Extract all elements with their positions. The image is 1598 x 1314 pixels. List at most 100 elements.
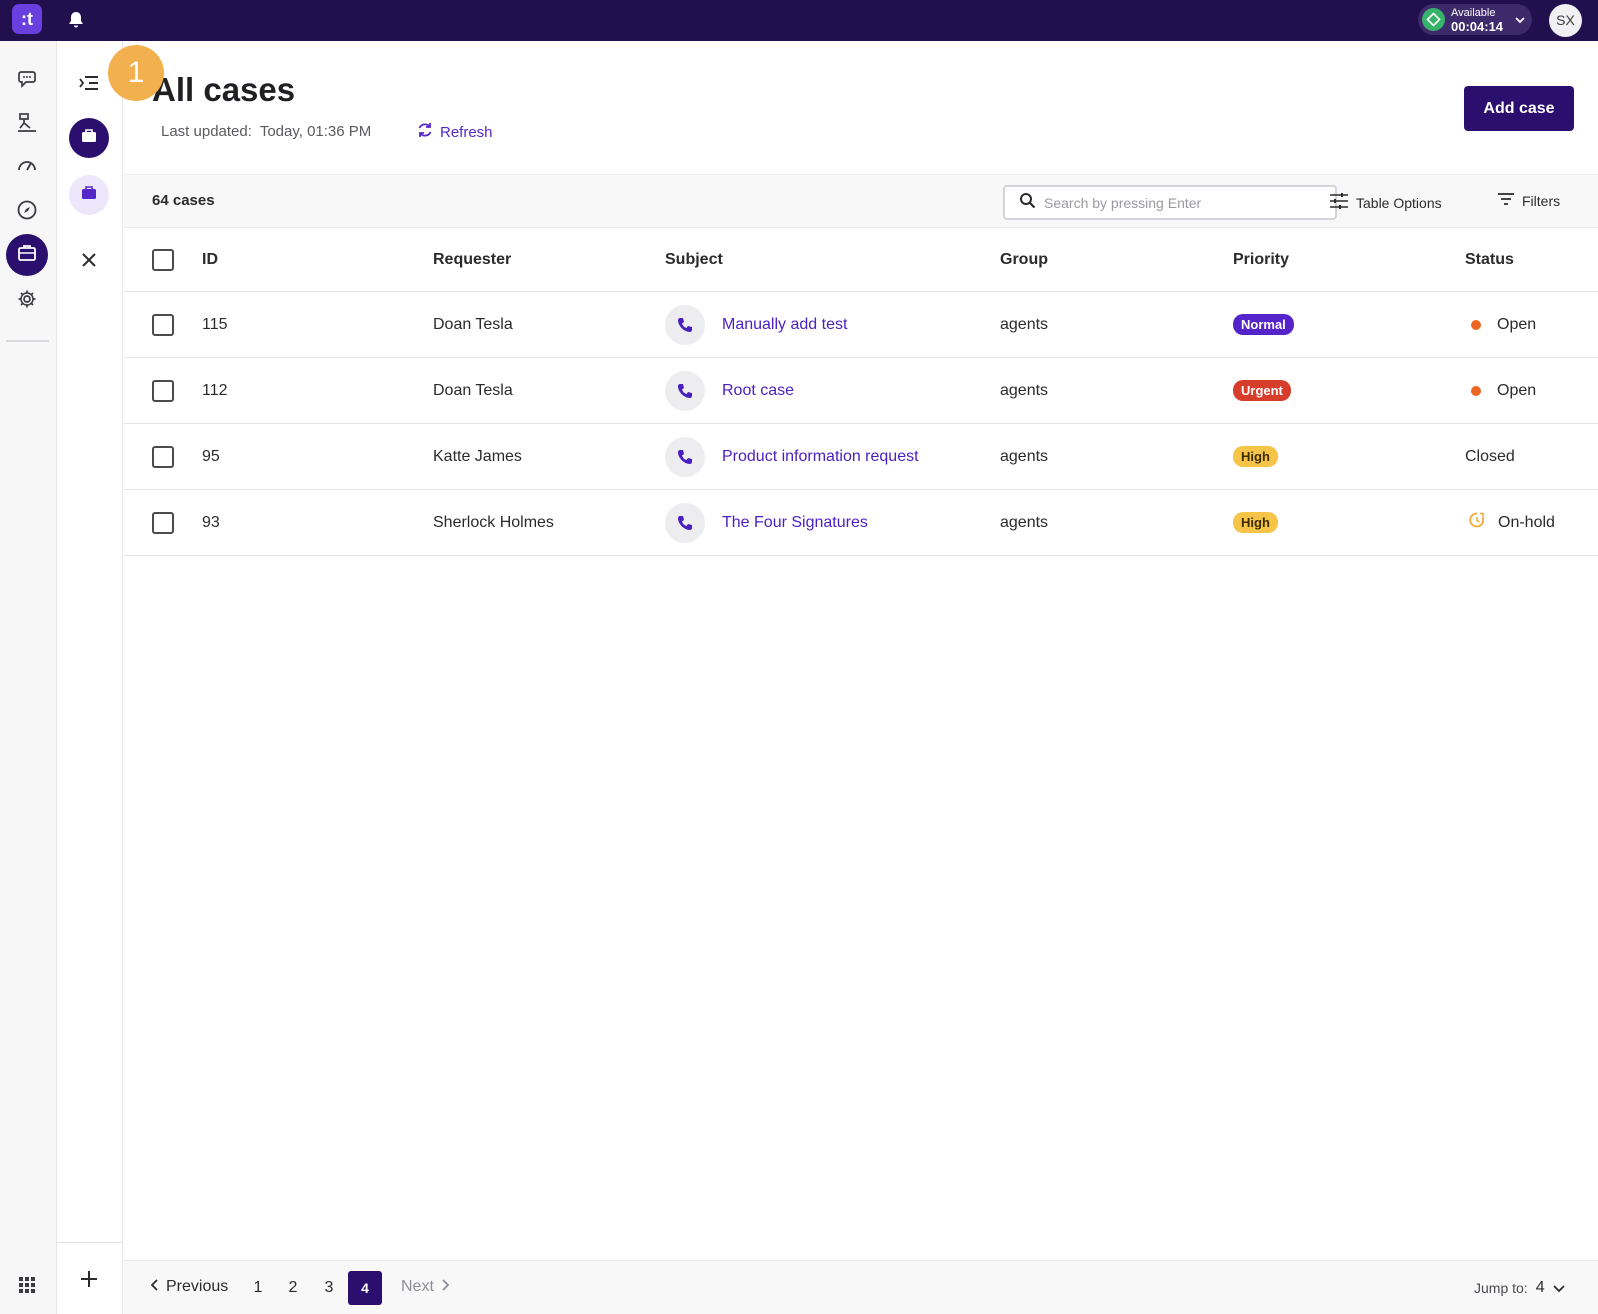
- on-hold-icon: [1468, 511, 1486, 534]
- table-row[interactable]: 115 Doan Tesla Manually add test agents …: [124, 292, 1598, 358]
- close-icon[interactable]: [69, 240, 109, 280]
- row-checkbox[interactable]: [152, 313, 174, 336]
- jump-to-label: Jump to:: [1474, 1280, 1528, 1296]
- priority-badge: Normal: [1233, 314, 1294, 335]
- status-cell: Open: [1465, 358, 1536, 423]
- case-id: 115: [202, 315, 228, 333]
- refresh-icon: [416, 121, 434, 143]
- case-subject-link[interactable]: Root case: [722, 382, 794, 400]
- table-options-button[interactable]: Table Options: [1329, 192, 1442, 213]
- table-toolbar: 64 cases Table Options Filters: [124, 174, 1598, 228]
- briefcase-icon: [16, 242, 38, 269]
- plus-icon[interactable]: [69, 1259, 109, 1299]
- case-count: 64 cases: [152, 192, 215, 209]
- compass-icon[interactable]: [11, 194, 43, 226]
- case-requester: Katte James: [433, 447, 522, 465]
- previous-page-button[interactable]: Previous: [150, 1278, 228, 1296]
- select-all-checkbox[interactable]: [152, 249, 174, 271]
- jump-to-value: 4: [1535, 1279, 1545, 1296]
- case-subject-cell: Product information request: [665, 424, 919, 489]
- priority-cell: High: [1233, 424, 1278, 489]
- pagination: Previous 1 2 3 4 Next Jump to: 4: [124, 1260, 1598, 1314]
- speedometer-icon[interactable]: [11, 149, 43, 181]
- row-checkbox-cell: [152, 490, 174, 555]
- menu-collapse-icon[interactable]: [69, 63, 109, 103]
- status-dot-icon: [1471, 385, 1481, 396]
- current-page-button[interactable]: 4: [348, 1271, 382, 1305]
- row-checkbox-cell: [152, 292, 174, 357]
- availability-label: Available: [1451, 7, 1496, 19]
- search-box[interactable]: [1003, 185, 1337, 220]
- column-header-group[interactable]: Group: [1000, 229, 1048, 291]
- table-row[interactable]: 95 Katte James Product information reque…: [124, 424, 1598, 490]
- my-cases-view-button[interactable]: [69, 175, 109, 215]
- all-cases-view-button[interactable]: [69, 118, 109, 158]
- next-label: Next: [401, 1278, 434, 1295]
- column-header-requester[interactable]: Requester: [433, 229, 511, 291]
- status-label: On-hold: [1498, 513, 1555, 531]
- phone-icon: [665, 502, 705, 543]
- column-header-status[interactable]: Status: [1465, 229, 1514, 291]
- grid-icon[interactable]: [11, 1269, 43, 1301]
- search-input[interactable]: [1044, 194, 1314, 211]
- status-cell: On-hold: [1465, 490, 1555, 555]
- step-marker-badge: 1: [108, 45, 164, 101]
- column-header-subject[interactable]: Subject: [665, 229, 723, 291]
- chat-bubble-icon[interactable]: [11, 63, 43, 95]
- user-avatar[interactable]: SX: [1549, 4, 1582, 37]
- row-checkbox-cell: [152, 358, 174, 423]
- row-checkbox[interactable]: [152, 445, 174, 468]
- chevron-down-icon: [1552, 1280, 1565, 1296]
- case-subject-link[interactable]: Manually add test: [722, 316, 847, 334]
- table-row[interactable]: 112 Doan Tesla Root case agents Urgent O…: [124, 358, 1598, 424]
- case-subject-cell: The Four Signatures: [665, 490, 868, 555]
- chevron-left-icon: [150, 1278, 160, 1296]
- case-id: 112: [202, 381, 228, 399]
- page-number-button[interactable]: 1: [241, 1271, 275, 1305]
- refresh-button[interactable]: Refresh: [416, 121, 493, 143]
- last-updated: Last updated: Today, 01:36 PM: [161, 123, 375, 140]
- case-id: 93: [202, 513, 220, 531]
- top-bar: :t Available 00:04:14 SX: [0, 0, 1598, 41]
- next-page-button[interactable]: Next: [401, 1278, 450, 1296]
- filters-label: Filters: [1522, 192, 1561, 209]
- jump-to-page[interactable]: Jump to: 4: [1474, 1279, 1565, 1297]
- case-group: agents: [1000, 381, 1049, 399]
- row-checkbox-cell: [152, 424, 174, 489]
- search-icon: [1019, 192, 1036, 214]
- phone-icon: [665, 304, 705, 345]
- status-dot-icon: [1471, 319, 1481, 330]
- refresh-label: Refresh: [440, 123, 493, 141]
- row-checkbox[interactable]: [152, 511, 174, 534]
- case-subject-link[interactable]: Product information request: [722, 448, 919, 466]
- page-number-button[interactable]: 2: [276, 1271, 310, 1305]
- case-requester: Doan Tesla: [433, 315, 513, 333]
- app-logo[interactable]: :t: [12, 4, 42, 34]
- bell-icon[interactable]: [66, 10, 86, 30]
- filters-button[interactable]: Filters: [1497, 192, 1560, 209]
- flow-icon[interactable]: [11, 107, 43, 139]
- case-subject-cell: Root case: [665, 358, 794, 423]
- case-id: 95: [202, 447, 220, 465]
- status-label: Open: [1497, 381, 1537, 399]
- cases-nav-button[interactable]: [6, 234, 48, 276]
- priority-badge: High: [1233, 446, 1278, 467]
- gear-icon[interactable]: [11, 283, 43, 315]
- column-header-priority[interactable]: Priority: [1233, 229, 1289, 291]
- priority-badge: High: [1233, 512, 1278, 533]
- table-options-label: Table Options: [1356, 194, 1442, 211]
- column-header-id[interactable]: ID: [202, 229, 218, 291]
- table-header-row: ID Requester Subject Group Priority Stat…: [124, 229, 1598, 292]
- page-number-button[interactable]: 3: [312, 1271, 346, 1305]
- priority-cell: High: [1233, 490, 1278, 555]
- case-subject-link[interactable]: The Four Signatures: [722, 514, 868, 532]
- availability-indicator-icon: [1422, 8, 1445, 31]
- case-group: agents: [1000, 315, 1049, 333]
- availability-timer: 00:04:14: [1451, 19, 1504, 34]
- row-checkbox[interactable]: [152, 379, 174, 402]
- priority-badge: Urgent: [1233, 380, 1291, 401]
- last-updated-label: Last updated:: [161, 123, 252, 140]
- add-case-button[interactable]: Add case: [1464, 86, 1574, 131]
- table-row[interactable]: 93 Sherlock Holmes The Four Signatures a…: [124, 490, 1598, 556]
- availability-status[interactable]: Available 00:04:14: [1418, 4, 1532, 35]
